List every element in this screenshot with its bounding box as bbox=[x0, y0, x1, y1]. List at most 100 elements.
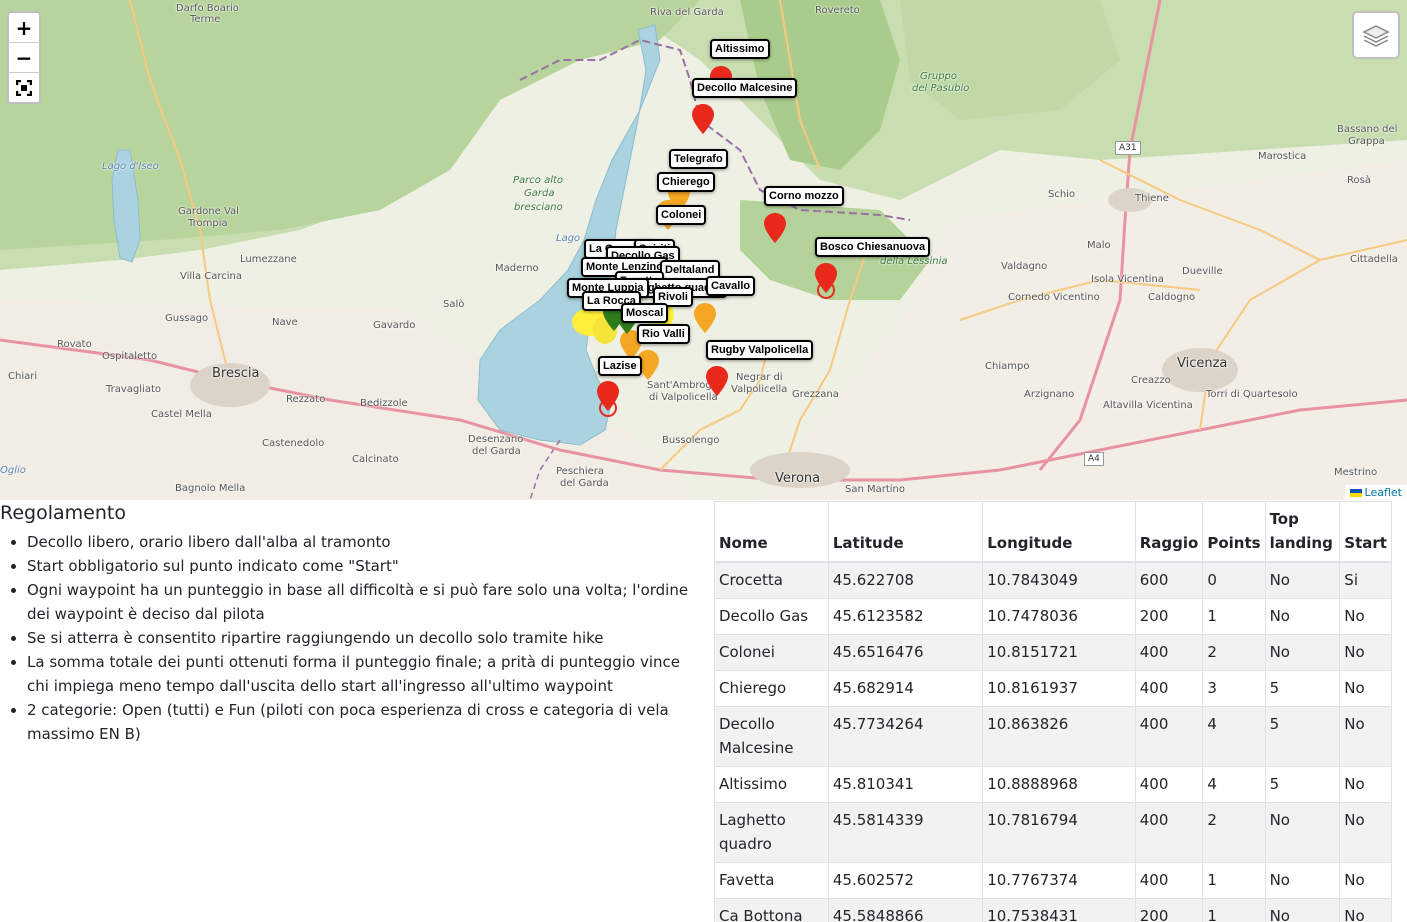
place-label: Malo bbox=[1087, 240, 1111, 251]
fullscreen-button[interactable] bbox=[9, 73, 39, 102]
rule-item: Se si atterra è consentito ripartire rag… bbox=[27, 626, 700, 650]
table-cell: Altissimo bbox=[714, 766, 829, 803]
table-row: Ca Bottona 45.5848866 10.7538431 200 1 N… bbox=[714, 898, 1392, 922]
table-cell: 5 bbox=[1264, 766, 1341, 803]
table-cell: Crocetta bbox=[714, 561, 829, 599]
place-label: del Garda bbox=[472, 446, 521, 457]
place-label: Rosà bbox=[1347, 175, 1371, 186]
rule-item: Start obbligatorio sul punto indicato co… bbox=[27, 554, 700, 578]
place-label: Maderno bbox=[495, 263, 539, 274]
place-label: Lago bbox=[556, 233, 581, 244]
table-cell: 2 bbox=[1202, 802, 1266, 863]
zoom-in-button[interactable]: + bbox=[9, 13, 39, 43]
table-cell: No bbox=[1339, 598, 1392, 635]
waypoints-table: Nome Latitude Longitude Raggio Points To… bbox=[714, 501, 1392, 922]
place-label: Chiampo bbox=[985, 361, 1030, 372]
table-cell: No bbox=[1264, 898, 1341, 922]
table-cell: 45.622708 bbox=[827, 561, 984, 599]
place-label: Rovato bbox=[57, 339, 92, 350]
marker-pin[interactable] bbox=[764, 213, 786, 243]
column-header: Nome bbox=[714, 501, 829, 563]
marker-label: Moscal bbox=[621, 303, 669, 323]
place-label: Chiari bbox=[8, 371, 38, 382]
table-cell: No bbox=[1264, 862, 1341, 899]
table-cell: 4 bbox=[1202, 766, 1266, 803]
marker-pin[interactable] bbox=[706, 366, 728, 396]
layers-button[interactable] bbox=[1352, 11, 1400, 59]
place-label: Vicenza bbox=[1177, 356, 1228, 371]
table-cell: 400 bbox=[1134, 802, 1204, 863]
marker-label: Rio Valli bbox=[637, 324, 690, 344]
table-cell: Si bbox=[1339, 561, 1392, 599]
place-label: Torri di Quartesolo bbox=[1206, 389, 1298, 400]
column-header: Top landing bbox=[1264, 501, 1341, 563]
marker-pin[interactable] bbox=[692, 104, 714, 134]
zoom-out-button[interactable]: − bbox=[9, 43, 39, 73]
place-label: Gardone Val bbox=[178, 206, 239, 217]
place-label: Creazzo bbox=[1131, 375, 1171, 386]
marker-label: Cavallo bbox=[706, 276, 756, 296]
place-label: Altavilla Vicentina bbox=[1103, 400, 1193, 411]
marker-pin[interactable] bbox=[694, 303, 716, 333]
table-cell: 1 bbox=[1202, 598, 1266, 635]
table-cell: No bbox=[1339, 862, 1392, 899]
table-cell: No bbox=[1264, 561, 1341, 599]
table-row: Favetta 45.602572 10.7767374 400 1 No No bbox=[714, 862, 1392, 899]
place-label: Peschiera bbox=[556, 466, 605, 477]
place-label: Castenedolo bbox=[262, 438, 325, 449]
table-cell: 4 bbox=[1202, 706, 1266, 767]
marker-pin[interactable] bbox=[815, 263, 837, 293]
place-label: Verona bbox=[775, 471, 821, 486]
map[interactable]: Darfo Boario Terme Riva del Garda Rovere… bbox=[0, 0, 1407, 500]
place-label: Caldogno bbox=[1148, 292, 1196, 303]
place-label: della Lessinia bbox=[880, 256, 948, 267]
table-cell: 2 bbox=[1202, 634, 1266, 671]
table-cell: 5 bbox=[1264, 706, 1341, 767]
attribution[interactable]: Leaflet bbox=[1344, 485, 1407, 500]
place-label: Bagnolo Mella bbox=[175, 483, 246, 494]
place-label: Salò bbox=[443, 299, 465, 310]
leaflet-link[interactable]: Leaflet bbox=[1365, 486, 1402, 499]
table-cell: Ca Bottona bbox=[714, 898, 829, 922]
table-row: Chierego 45.682914 10.8161937 400 3 5 No bbox=[714, 670, 1392, 707]
table-cell: Chierego bbox=[714, 670, 829, 707]
place-label: Calcinato bbox=[352, 454, 399, 465]
place-label: Desenzano bbox=[468, 434, 524, 445]
table-cell: 10.7843049 bbox=[982, 561, 1136, 599]
table-cell: 45.810341 bbox=[827, 766, 984, 803]
marker-label: Rugby Valpolicella bbox=[706, 340, 814, 360]
place-label: Oglio bbox=[0, 465, 26, 476]
marker-pin[interactable] bbox=[597, 381, 619, 411]
table-cell: 10.7816794 bbox=[982, 802, 1136, 863]
table-cell: No bbox=[1264, 802, 1341, 863]
table-cell: 400 bbox=[1134, 634, 1204, 671]
table-cell: 1 bbox=[1202, 898, 1266, 922]
table-cell: 400 bbox=[1134, 670, 1204, 707]
table-cell: 10.8888968 bbox=[982, 766, 1136, 803]
place-label: del Garda bbox=[560, 478, 609, 489]
place-label: Negrar di bbox=[736, 372, 783, 383]
place-label: Parco alto bbox=[513, 175, 564, 186]
rule-item: 2 categorie: Open (tutti) e Fun (piloti … bbox=[27, 698, 700, 746]
table-cell: 400 bbox=[1134, 706, 1204, 767]
table-cell: No bbox=[1339, 634, 1392, 671]
place-label: Gussago bbox=[165, 313, 209, 324]
table-cell: 45.682914 bbox=[827, 670, 984, 707]
place-label: Dueville bbox=[1182, 266, 1223, 277]
place-label: Rovereto bbox=[815, 5, 860, 16]
place-label: Bassano del bbox=[1337, 124, 1398, 135]
table-cell: 5 bbox=[1264, 670, 1341, 707]
waypoints-table-container[interactable]: Nome Latitude Longitude Raggio Points To… bbox=[714, 501, 1392, 922]
place-label: Arzignano bbox=[1024, 389, 1075, 400]
column-header: Latitude bbox=[827, 501, 984, 563]
place-label: del Pasubio bbox=[912, 83, 970, 94]
table-cell: 45.5814339 bbox=[827, 802, 984, 863]
marker-label: Altissimo bbox=[710, 39, 770, 59]
table-cell: 45.6516476 bbox=[827, 634, 984, 671]
column-header: Raggio bbox=[1134, 501, 1204, 563]
table-cell: 10.7478036 bbox=[982, 598, 1136, 635]
table-cell: 200 bbox=[1134, 898, 1204, 922]
rules-section: Regolamento Decollo libero, orario liber… bbox=[0, 500, 700, 746]
marker-label: Chierego bbox=[657, 172, 715, 192]
table-cell: No bbox=[1339, 802, 1392, 863]
